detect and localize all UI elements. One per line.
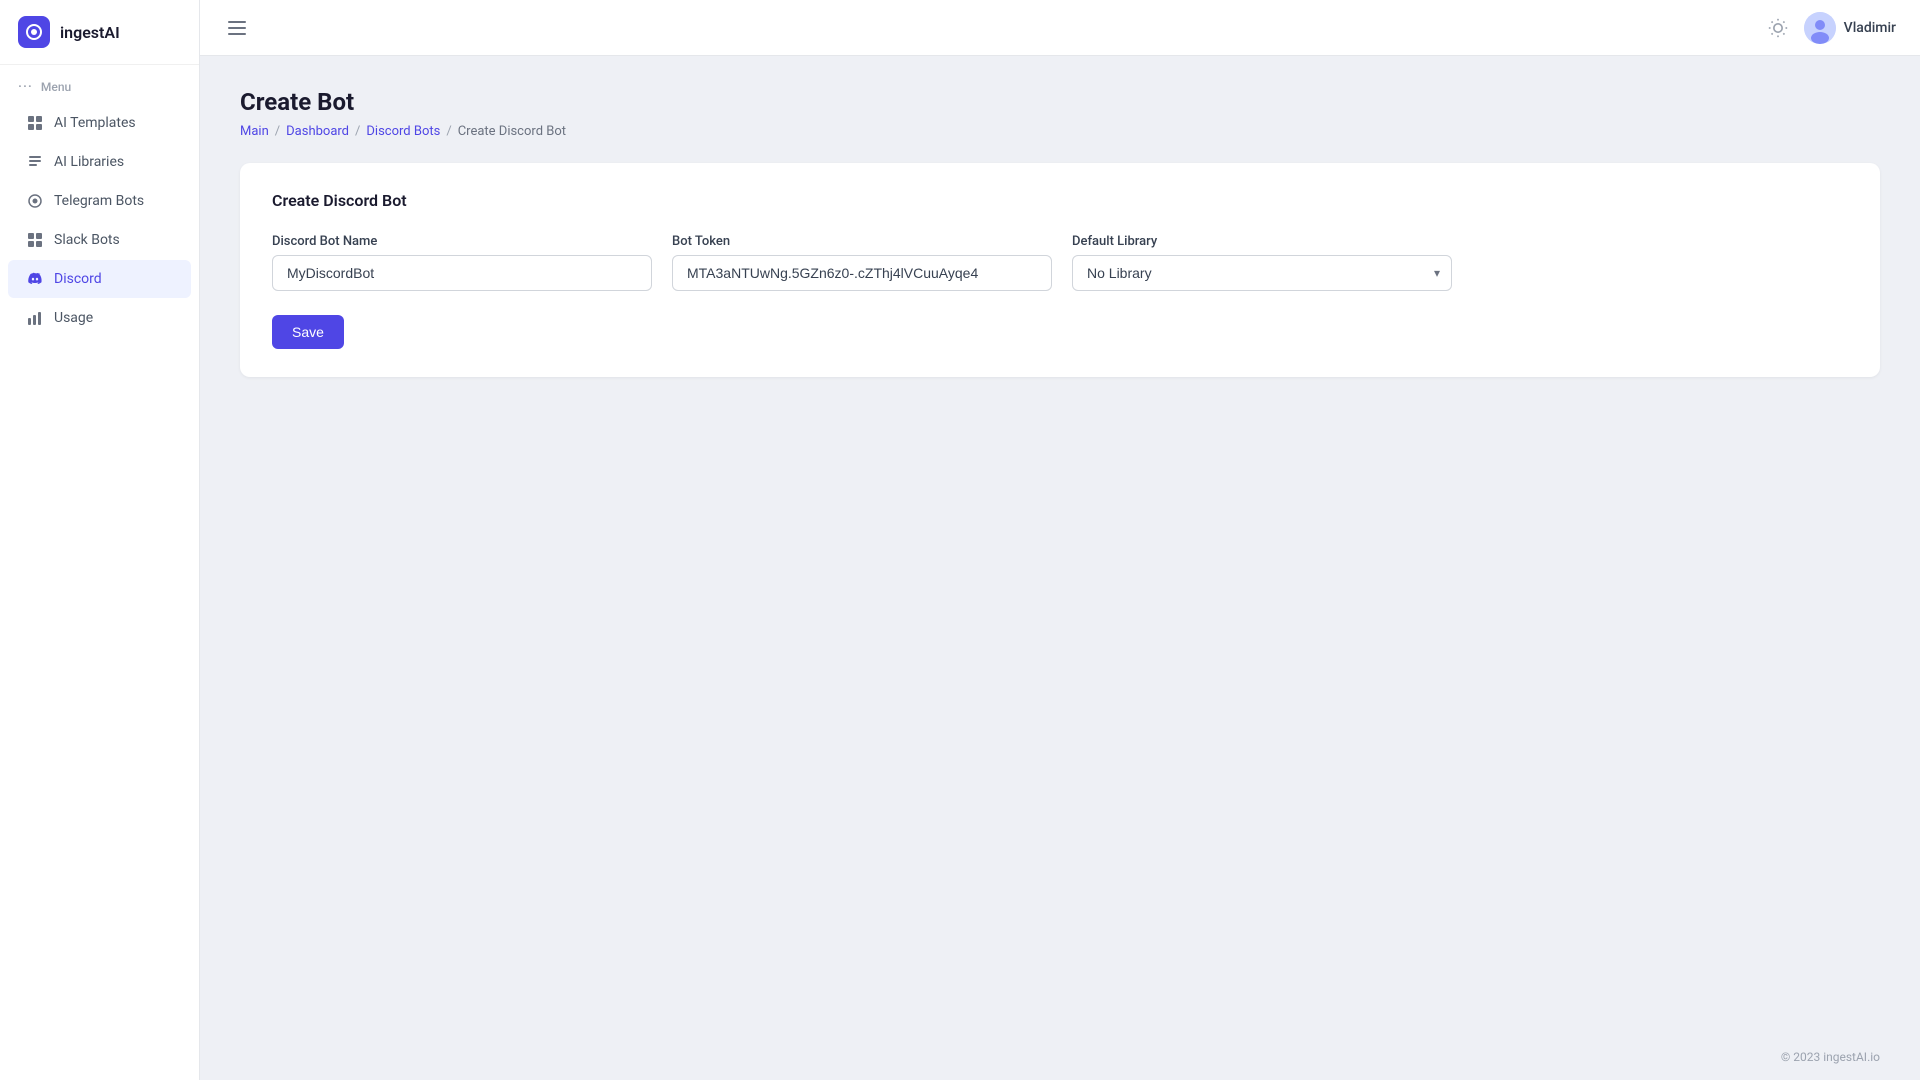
slack-icon [26, 231, 44, 249]
app-name: ingestAI [60, 23, 120, 42]
default-library-group: Default Library No Library ▾ [1072, 234, 1452, 291]
sidebar-item-ai-libraries[interactable]: AI Libraries [8, 143, 191, 181]
library-select-wrapper: No Library ▾ [1072, 255, 1452, 291]
sidebar: ingestAI ··· Menu AI Templates [0, 0, 200, 1080]
header-right: Vladimir [1768, 12, 1896, 44]
breadcrumb-sep-1: / [275, 124, 280, 139]
hamburger-button[interactable] [224, 17, 250, 39]
header-left [224, 17, 250, 39]
form-row: Discord Bot Name Bot Token Default Libra… [272, 234, 1848, 291]
create-discord-bot-card: Create Discord Bot Discord Bot Name Bot … [240, 163, 1880, 377]
sidebar-item-ai-templates[interactable]: AI Templates [8, 104, 191, 142]
bot-name-input[interactable] [272, 255, 652, 291]
footer-text: © 2023 ingestAI.io [1781, 1050, 1880, 1064]
sidebar-item-usage[interactable]: Usage [8, 299, 191, 337]
sidebar-item-discord[interactable]: Discord [8, 260, 191, 298]
ai-templates-icon [26, 114, 44, 132]
footer: © 2023 ingestAI.io [200, 1034, 1920, 1080]
bot-token-label: Bot Token [672, 234, 1052, 249]
save-button[interactable]: Save [272, 315, 344, 349]
ai-libraries-icon [26, 153, 44, 171]
bot-token-input[interactable] [672, 255, 1052, 291]
bot-name-label: Discord Bot Name [272, 234, 652, 249]
page-title: Create Bot [240, 88, 1880, 116]
user-area[interactable]: Vladimir [1804, 12, 1896, 44]
card-title: Create Discord Bot [272, 191, 1848, 210]
sidebar-nav: AI Templates AI Libraries Telegram Bots [0, 103, 199, 338]
dots-icon: ··· [18, 79, 33, 95]
theme-toggle-button[interactable] [1768, 18, 1788, 38]
user-name: Vladimir [1844, 20, 1896, 36]
bot-token-group: Bot Token [672, 234, 1052, 291]
breadcrumb-current: Create Discord Bot [458, 124, 566, 139]
usage-icon [26, 309, 44, 327]
hamburger-line-2 [228, 27, 246, 29]
breadcrumb-discord-bots[interactable]: Discord Bots [366, 124, 440, 139]
main-area: Vladimir Create Bot Main / Dashboard / D… [200, 0, 1920, 1080]
hamburger-line-1 [228, 21, 246, 23]
sidebar-menu-label: ··· Menu [0, 65, 199, 103]
sun-icon [1768, 18, 1788, 38]
sidebar-item-telegram-bots[interactable]: Telegram Bots [8, 182, 191, 220]
header: Vladimir [200, 0, 1920, 56]
telegram-icon [26, 192, 44, 210]
breadcrumb-dashboard[interactable]: Dashboard [286, 124, 349, 139]
content-area: Create Bot Main / Dashboard / Discord Bo… [200, 56, 1920, 1034]
breadcrumb-sep-3: / [446, 124, 451, 139]
hamburger-line-3 [228, 33, 246, 35]
app-logo-icon [18, 16, 50, 48]
default-library-label: Default Library [1072, 234, 1452, 249]
breadcrumb: Main / Dashboard / Discord Bots / Create… [240, 124, 1880, 139]
breadcrumb-main[interactable]: Main [240, 124, 269, 139]
sidebar-item-slack-bots[interactable]: Slack Bots [8, 221, 191, 259]
discord-icon [26, 270, 44, 288]
default-library-select[interactable]: No Library [1072, 255, 1452, 291]
avatar [1804, 12, 1836, 44]
sidebar-logo: ingestAI [0, 0, 199, 65]
bot-name-group: Discord Bot Name [272, 234, 652, 291]
breadcrumb-sep-2: / [355, 124, 360, 139]
